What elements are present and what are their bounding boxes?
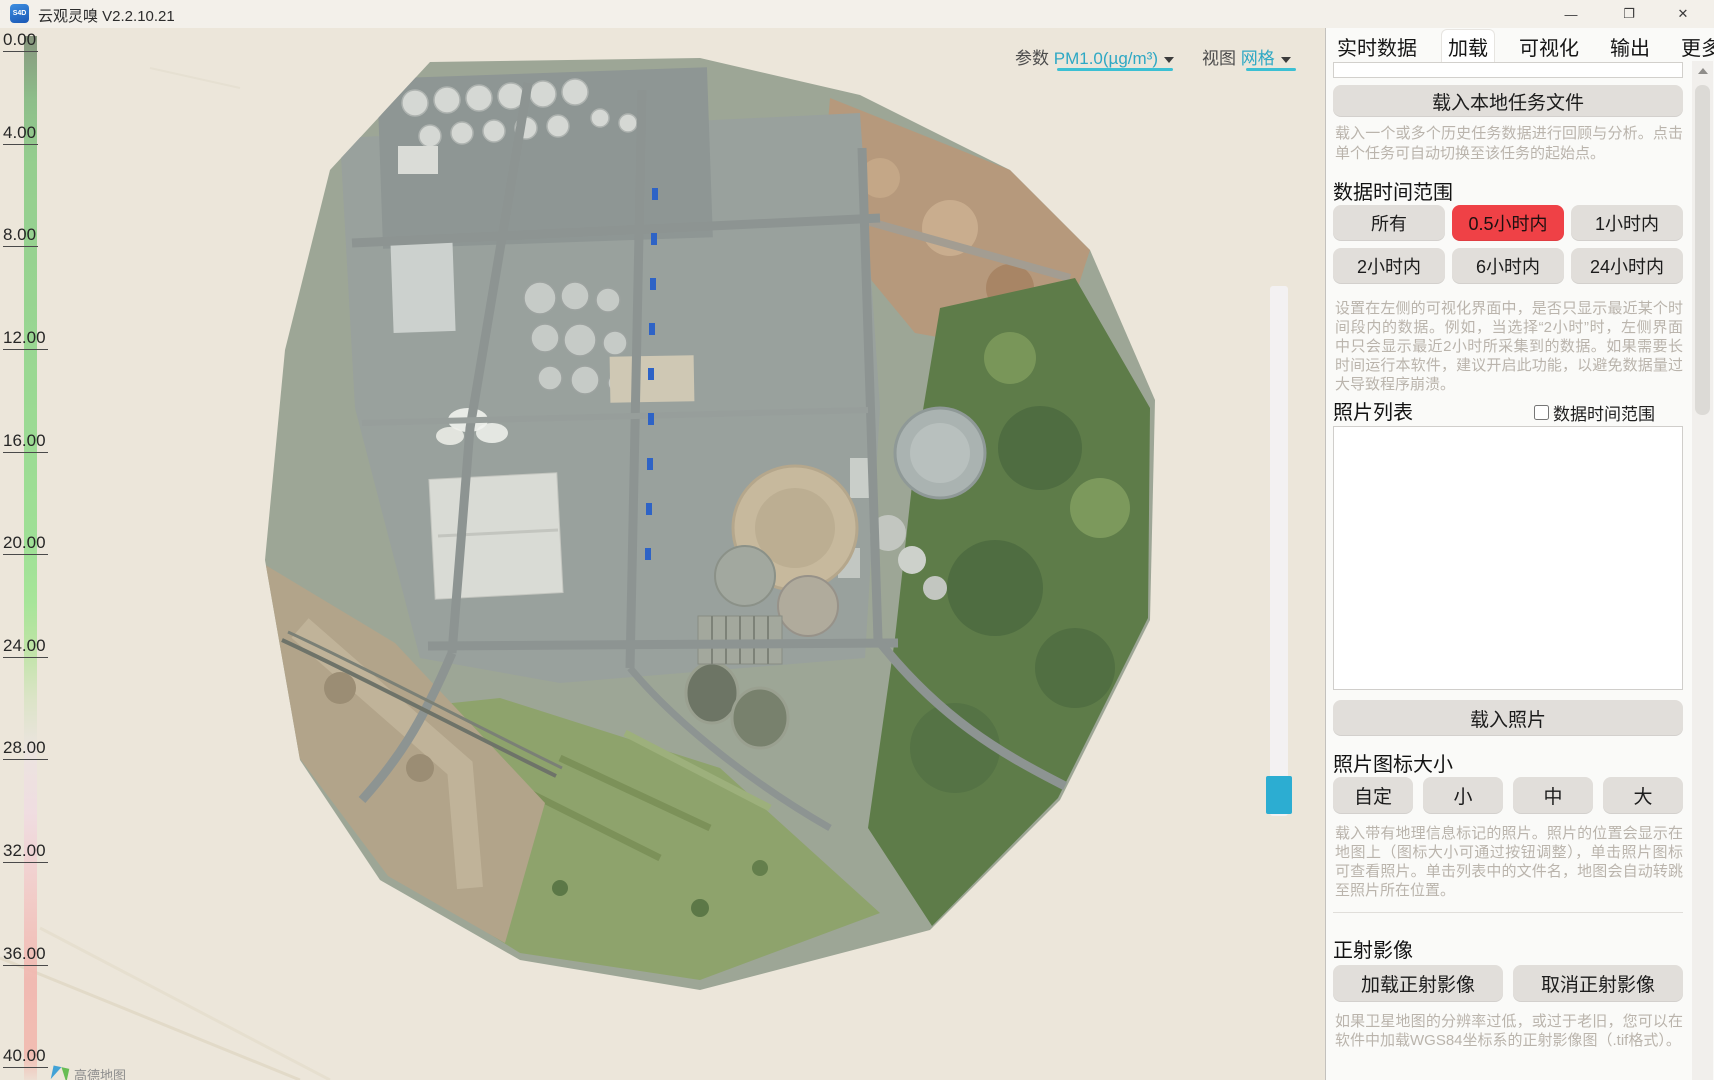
photo-icon-size-options: 自定 小 中 大: [1333, 777, 1683, 814]
icon-size-medium-button[interactable]: 中: [1513, 777, 1593, 814]
photo-list-heading: 照片列表: [1333, 396, 1413, 425]
orthophoto-description: 如果卫星地图的分辨率过低，或过于老旧，您可以在软件中加载WGS84坐标系的正射影…: [1335, 1012, 1683, 1050]
colorbar-label: 0.00: [3, 30, 38, 52]
colorbar-label: 20.00: [3, 533, 48, 555]
app-window: S4D 云观灵嗅 V2.2.10.21 — ❐ ✕: [0, 0, 1714, 1080]
chevron-down-icon[interactable]: [1164, 57, 1174, 63]
side-panel: 实时数据 加载 可视化 输出 更多 载入本地任务文件 载入一个或多个历史任务数据…: [1325, 28, 1714, 1080]
view-dropdown[interactable]: 网格: [1241, 49, 1275, 68]
load-task-description: 载入一个或多个历史任务数据进行回顾与分析。点击单个任务可自动切换至该任务的起始点…: [1335, 124, 1683, 164]
photo-list-box[interactable]: [1333, 426, 1683, 690]
colorbar-label: 28.00: [3, 738, 48, 760]
time-range-heading: 数据时间范围: [1333, 176, 1453, 205]
tab-load[interactable]: 加载: [1442, 30, 1494, 63]
time-range-1h-button[interactable]: 1小时内: [1571, 205, 1683, 241]
time-range-24h-button[interactable]: 24小时内: [1571, 248, 1683, 284]
icon-size-custom-button[interactable]: 自定: [1333, 777, 1413, 814]
section-divider: [1333, 912, 1683, 913]
view-control: 视图 网格: [1202, 44, 1291, 68]
tab-output[interactable]: 输出: [1604, 30, 1656, 63]
colorbar-label: 36.00: [3, 944, 48, 966]
time-range-filter-checkbox[interactable]: [1534, 405, 1549, 420]
colorbar-label: 40.00: [3, 1046, 48, 1068]
title-bar[interactable]: S4D 云观灵嗅 V2.2.10.21 — ❐ ✕: [0, 0, 1714, 28]
map-attribution: 高德地图: [52, 1062, 126, 1080]
time-range-all-button[interactable]: 所有: [1333, 205, 1445, 241]
tab-visualization[interactable]: 可视化: [1513, 30, 1585, 63]
colorbar-label: 4.00: [3, 123, 38, 145]
time-range-options: 所有 0.5小时内 1小时内 2小时内 6小时内 24小时内: [1333, 205, 1683, 284]
colorbar-label: 24.00: [3, 636, 48, 658]
orthophoto-actions: 加载正射影像 取消正射影像: [1333, 965, 1683, 1002]
colorbar-gradient: [24, 36, 37, 1080]
colorbar-label: 32.00: [3, 841, 48, 863]
scroll-up-button[interactable]: [1692, 63, 1713, 79]
time-range-description: 设置在左侧的可视化界面中，是否只显示最近某个时间段内的数据。例如，当选择“2小时…: [1335, 299, 1683, 394]
map-slider-thumb[interactable]: [1266, 776, 1292, 814]
window-title: 云观灵嗅 V2.2.10.21: [38, 5, 175, 26]
load-orthophoto-button[interactable]: 加载正射影像: [1333, 965, 1503, 1002]
chevron-down-icon[interactable]: [1281, 57, 1291, 63]
cancel-orthophoto-button[interactable]: 取消正射影像: [1513, 965, 1683, 1002]
minimize-button[interactable]: —: [1548, 0, 1594, 28]
triangle-up-icon: [1698, 68, 1708, 74]
map-canvas[interactable]: 0.00 4.00 8.00 12.00 16.00 20.00 24.00 2…: [0, 28, 1325, 1080]
photo-icon-size-heading: 照片图标大小: [1333, 748, 1453, 777]
task-list-box[interactable]: [1333, 62, 1683, 78]
time-range-filter-label[interactable]: 数据时间范围: [1553, 400, 1655, 425]
scrollbar-thumb[interactable]: [1695, 85, 1710, 415]
parameter-control: 参数 PM1.0(µg/m³): [1015, 44, 1174, 68]
view-label: 视图: [1202, 49, 1236, 68]
map-slider-track[interactable]: [1270, 286, 1288, 816]
tab-realtime-data[interactable]: 实时数据: [1331, 30, 1423, 63]
colorbar-label: 16.00: [3, 431, 48, 453]
parameter-label: 参数: [1015, 49, 1049, 68]
time-range-6h-button[interactable]: 6小时内: [1452, 248, 1564, 284]
parameter-dropdown[interactable]: PM1.0(µg/m³): [1054, 49, 1158, 68]
load-photos-button[interactable]: 载入照片: [1333, 700, 1683, 736]
time-range-0.5h-button[interactable]: 0.5小时内: [1452, 205, 1564, 241]
load-local-task-button[interactable]: 载入本地任务文件: [1333, 85, 1683, 117]
maximize-icon: ❐: [1623, 6, 1635, 22]
orthophoto-image: [0, 28, 1325, 1080]
photo-filter-control: 数据时间范围: [1534, 400, 1655, 425]
app-logo-icon: S4D: [10, 4, 29, 23]
attribution-text: 高德地图: [74, 1065, 126, 1080]
panel-scrollbar[interactable]: [1692, 61, 1713, 1080]
tab-bar: 实时数据 加载 可视化 输出 更多: [1331, 30, 1685, 62]
minimize-icon: —: [1565, 7, 1578, 22]
parameter-underline: [1057, 68, 1173, 71]
close-icon: ✕: [1678, 6, 1689, 22]
tab-more[interactable]: 更多: [1675, 30, 1714, 63]
close-button[interactable]: ✕: [1660, 0, 1706, 28]
icon-size-large-button[interactable]: 大: [1603, 777, 1683, 814]
amap-logo-icon: [51, 1065, 70, 1080]
time-range-2h-button[interactable]: 2小时内: [1333, 248, 1445, 284]
view-underline: [1246, 68, 1296, 71]
icon-size-small-button[interactable]: 小: [1423, 777, 1503, 814]
maximize-button[interactable]: ❐: [1606, 0, 1652, 28]
orthophoto-heading: 正射影像: [1333, 934, 1413, 963]
colorbar-label: 12.00: [3, 328, 48, 350]
photo-icon-size-description: 载入带有地理信息标记的照片。照片的位置会显示在地图上（图标大小可通过按钮调整），…: [1335, 824, 1683, 900]
colorbar-label: 8.00: [3, 225, 38, 247]
